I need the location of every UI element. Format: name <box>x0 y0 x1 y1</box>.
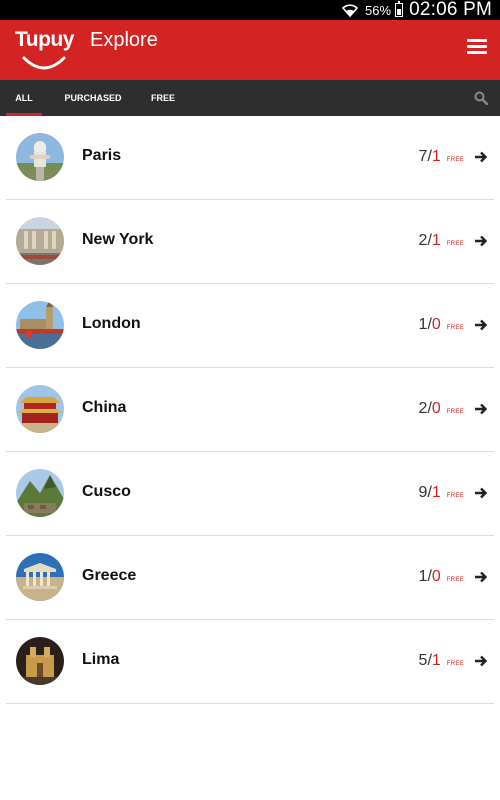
free-tag: FREE <box>446 493 464 499</box>
city-name: China <box>82 399 127 416</box>
tour-count: 5/1 FREE <box>418 652 464 669</box>
city-name: Greece <box>82 567 137 584</box>
total-count: 9 <box>418 484 428 501</box>
free-count: 0 <box>431 400 441 417</box>
city-name: Cusco <box>82 483 131 500</box>
total-count: 1 <box>418 568 428 585</box>
total-count: 1 <box>418 316 428 333</box>
new-york-thumbnail <box>16 217 64 265</box>
free-tag: FREE <box>446 325 464 331</box>
london-thumbnail <box>16 301 64 349</box>
tour-count: 2/1 FREE <box>418 232 464 249</box>
city-list: Paris 7/1 FREE New York 2/1 FREE London … <box>0 116 500 704</box>
arrow-right-icon <box>475 403 488 415</box>
hamburger-menu-icon[interactable] <box>467 39 487 55</box>
cusco-thumbnail <box>16 469 64 517</box>
free-tag: FREE <box>446 661 464 667</box>
free-tag: FREE <box>446 157 464 163</box>
arrow-right-icon <box>475 151 488 163</box>
total-count: 5 <box>418 652 428 669</box>
tab-purchased[interactable]: PURCHASED <box>58 80 128 116</box>
tab-bar: ALL PURCHASED FREE <box>0 80 500 116</box>
total-count: 2 <box>418 232 428 249</box>
tour-count: 1/0 FREE <box>418 316 464 333</box>
total-count: 2 <box>418 400 428 417</box>
tour-count: 9/1 FREE <box>418 484 464 501</box>
list-item-lima[interactable]: Lima 5/1 FREE <box>6 620 494 704</box>
free-tag: FREE <box>446 577 464 583</box>
page-title: Explore <box>90 29 158 51</box>
arrow-right-icon <box>475 655 488 667</box>
china-thumbnail <box>16 385 64 433</box>
battery-percentage: 56% <box>365 2 392 18</box>
clock: 02:06 PM <box>409 0 492 20</box>
battery-icon <box>395 1 404 17</box>
app-bar: Tupuy Explore <box>0 20 500 80</box>
tab-all[interactable]: ALL <box>6 80 42 116</box>
free-count: 0 <box>431 568 441 585</box>
greece-thumbnail <box>16 553 64 601</box>
status-bar: 56% 02:06 PM <box>0 0 500 20</box>
free-tag: FREE <box>446 241 464 247</box>
free-count: 1 <box>431 148 441 165</box>
free-count: 1 <box>431 652 441 669</box>
list-item-paris[interactable]: Paris 7/1 FREE <box>6 116 494 200</box>
logo-smile-icon <box>22 56 66 70</box>
wifi-icon <box>341 4 359 18</box>
list-item-greece[interactable]: Greece 1/0 FREE <box>6 536 494 620</box>
lima-thumbnail <box>16 637 64 685</box>
city-name: Paris <box>82 147 122 164</box>
free-count: 1 <box>431 484 441 501</box>
tour-count: 1/0 FREE <box>418 568 464 585</box>
free-count: 0 <box>431 316 441 333</box>
arrow-right-icon <box>475 571 488 583</box>
city-name: London <box>82 315 141 332</box>
city-name: Lima <box>82 651 120 668</box>
tour-count: 7/1 FREE <box>418 148 464 165</box>
free-tag: FREE <box>446 409 464 415</box>
arrow-right-icon <box>475 487 488 499</box>
city-name: New York <box>82 231 154 248</box>
brand-logo[interactable]: Tupuy <box>15 28 74 52</box>
list-item-china[interactable]: China 2/0 FREE <box>6 368 494 452</box>
search-icon[interactable] <box>474 91 488 105</box>
tour-count: 2/0 FREE <box>418 400 464 417</box>
paris-thumbnail <box>16 133 64 181</box>
free-count: 1 <box>431 232 441 249</box>
tab-free[interactable]: FREE <box>144 80 182 116</box>
arrow-right-icon <box>475 235 488 247</box>
arrow-right-icon <box>475 319 488 331</box>
total-count: 7 <box>418 148 428 165</box>
list-item-cusco[interactable]: Cusco 9/1 FREE <box>6 452 494 536</box>
list-item-london[interactable]: London 1/0 FREE <box>6 284 494 368</box>
list-item-new-york[interactable]: New York 2/1 FREE <box>6 200 494 284</box>
